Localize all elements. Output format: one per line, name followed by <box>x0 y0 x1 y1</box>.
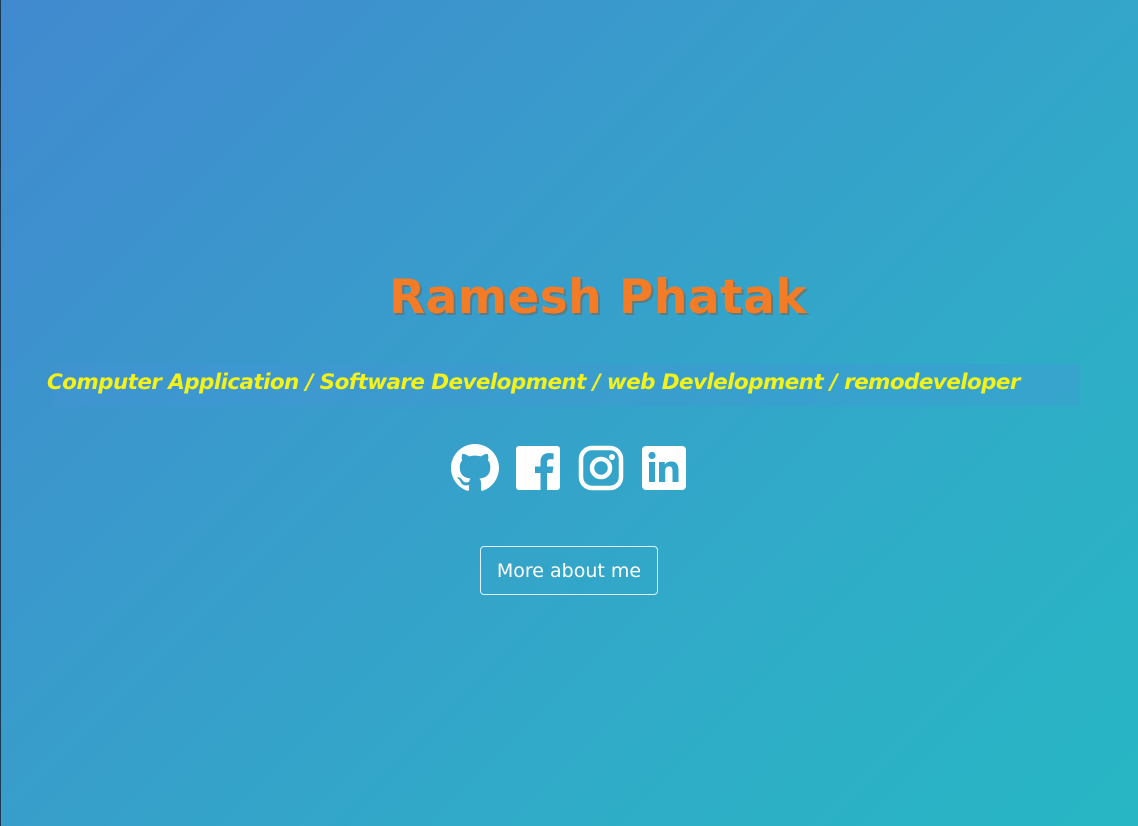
hero-name: Ramesh Phatak <box>388 270 808 325</box>
hero-tagline: Computer Application / Software Developm… <box>47 370 1021 395</box>
github-icon <box>451 444 499 491</box>
facebook-link[interactable] <box>514 444 562 492</box>
more-about-me-button[interactable]: More about me <box>480 546 658 595</box>
social-links <box>451 444 688 492</box>
linkedin-link[interactable] <box>640 444 688 492</box>
github-link[interactable] <box>451 444 499 492</box>
page-edge <box>0 0 1 826</box>
linkedin-icon <box>642 446 686 490</box>
instagram-link[interactable] <box>577 444 625 492</box>
facebook-icon <box>516 446 560 490</box>
instagram-icon <box>578 445 624 491</box>
